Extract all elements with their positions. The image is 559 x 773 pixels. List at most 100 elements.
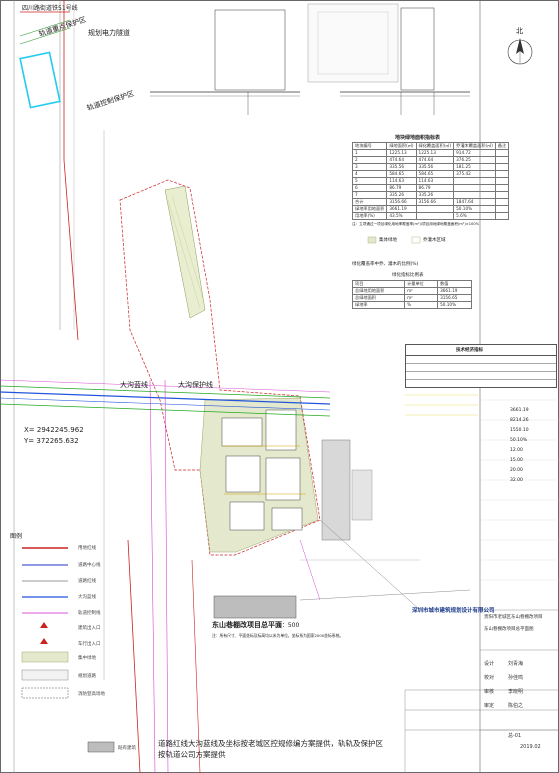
table-cell: 181.25 [453, 163, 496, 171]
right-value: 15.00 [510, 458, 523, 463]
table-cell [494, 149, 510, 157]
project-note: 注：所有尺寸、平面坐标及标高均以米为单位，坐标系为国家2000坐标系统。 [212, 633, 344, 638]
table-row: 3 335.56 335.56 181.25 [351, 163, 510, 171]
north-arrow-icon [507, 38, 533, 65]
table-cell [494, 163, 510, 171]
legend-item: 建筑出入口 [78, 626, 101, 631]
legend-item: 大沟蓝线 [78, 595, 96, 600]
table-cell: 86.79 [415, 184, 455, 192]
table-cell [415, 205, 455, 213]
table-cell: 584.65 [386, 170, 417, 178]
table-cell: 376.25 [453, 156, 496, 164]
project-plan-title: 东山巷棚改项目总平面 [212, 621, 282, 629]
table-row: 总绿地用地面积 m² 3661.19 [351, 287, 472, 295]
legend-item: 消防登高场地 [78, 692, 105, 697]
label-coord-x: X= 2942245.962 [24, 426, 84, 434]
table-cell [494, 177, 510, 185]
plan-scale: 1：500 [278, 622, 300, 629]
legend-item: 既有建筑 [118, 746, 136, 751]
table-cell: 584.65 [415, 170, 455, 178]
legend-title: 图例 [10, 533, 23, 540]
sign-name: 刘青海 [508, 661, 524, 667]
table-cell: 474.64 [415, 156, 455, 164]
table-cell [494, 198, 510, 206]
north-label: 北 [516, 27, 523, 35]
table-cell: 114.63 [415, 177, 455, 185]
table-cell: 43.5% [386, 212, 417, 220]
table-cell [494, 191, 510, 199]
legend-item: 规划道路 [78, 674, 96, 679]
sign-name: 陈伯之 [508, 703, 524, 709]
label-coord-y: Y= 372265.632 [24, 437, 79, 445]
right-value: 50.10% [510, 438, 528, 443]
table-cell: 3156.65 [437, 294, 472, 302]
table-row: 2 474.64 474.64 376.25 [351, 156, 510, 164]
green-table-footer: 注：立项通过一项目绿化用地率覆盖率(m²)/项目用地绿地覆盖面积(m²)×100… [352, 222, 480, 226]
table-row: 5 114.63 114.63 [351, 177, 510, 185]
table-cell [453, 177, 496, 185]
label-zone-top-left: 四川路街道铁51号线 [22, 5, 78, 12]
table-cell: 4 [351, 170, 388, 178]
summary-note: 绿化覆盖率中乔、灌木的比例(%) [352, 262, 419, 267]
table-cell: 7 [351, 191, 388, 199]
table-cell: 50.10% [453, 205, 496, 213]
table-cell: 总绿地用地面积 [351, 287, 406, 295]
summary-table: 项目 计量单位 数值 总绿地用地面积 m² 3661.19 总绿地面积 m² 3… [351, 280, 472, 309]
right-value: 20.00 [510, 468, 523, 473]
table-cell: 1225.13 [386, 149, 417, 157]
sign-label: 审核 [484, 689, 495, 695]
table-cell: 3156.66 [386, 198, 417, 206]
table-cell: m² [404, 287, 439, 295]
table-row: 绿地率用地面积 3661.19 50.10% [351, 205, 510, 213]
table-header-cell: 项目 [351, 280, 406, 288]
table-cell: 1225.13 [415, 149, 455, 157]
table-cell: 5.6% [453, 212, 496, 220]
disclaimer-note: 道路红线大沟蓝线及坐标按老城区控规修编方案提供，轨轨及保护区按轨道公司方案提供 [158, 739, 383, 759]
table-cell: 335.56 [386, 163, 417, 171]
label-canal-blue-line: 大沟蓝线 [120, 381, 148, 389]
sheet-number: 总-01 [508, 733, 522, 739]
table-cell [494, 170, 510, 178]
summary-table-title: 绿化指标比例表 [392, 273, 424, 278]
table-cell: 2 [351, 156, 388, 164]
table-cell [494, 212, 510, 220]
right-value: 12.00 [510, 448, 523, 453]
legend-tree-area: 乔灌木区域 [423, 238, 446, 243]
drawing-name: 东山巷棚改项目总平面图 [484, 627, 534, 632]
sign-name: 李晓明 [508, 689, 524, 695]
table-header-cell: 绿化覆盖面积(㎡) [415, 142, 455, 150]
table-cell: 总绿地面积 [351, 294, 406, 302]
drawing-date: 2019.02 [520, 744, 541, 750]
table-cell: % [404, 301, 439, 309]
table-header-cell: 计量单位 [404, 280, 439, 288]
legend-item: 轨道控制线 [78, 611, 101, 616]
table-cell: 3661.19 [437, 287, 472, 295]
tech-table-title: 技术经济指标 [456, 348, 483, 353]
table-cell: 绿地率用地面积 [351, 205, 388, 213]
table-cell: 6 [351, 184, 388, 192]
right-value: 3661.19 [510, 408, 529, 413]
legend-item: 用地红线 [78, 546, 96, 551]
table-row: 合计 3156.66 3156.66 1847.64 [351, 198, 510, 206]
table-cell: 114.63 [386, 177, 417, 185]
tech-table-box: 技术经济指标 [405, 344, 557, 388]
table-cell: 335.56 [415, 163, 455, 171]
sign-label: 审定 [484, 703, 495, 709]
table-row: 绿地率 % 50.10% [351, 301, 472, 309]
table-cell: 合计 [351, 198, 388, 206]
table-row: 7 335.26 335.26 [351, 191, 510, 199]
table-cell: 914.72 [453, 149, 496, 157]
table-header-cell: 绿地面积(㎡) [386, 142, 417, 150]
table-cell [453, 184, 496, 192]
table-cell: 绿地率 [351, 301, 406, 309]
legend-swatches [21, 547, 115, 753]
table-cell: 3 [351, 163, 388, 171]
legend-item: 集中绿地 [78, 656, 96, 661]
table-cell: 335.26 [386, 191, 417, 199]
table-cell [494, 205, 510, 213]
sign-label: 设计 [484, 661, 495, 667]
table-row: 总绿地面积 m² 3156.65 [351, 294, 472, 302]
table-header-row: 项目 计量单位 数值 [351, 280, 472, 288]
table-cell [494, 184, 510, 192]
table-cell: 3661.19 [386, 205, 417, 213]
